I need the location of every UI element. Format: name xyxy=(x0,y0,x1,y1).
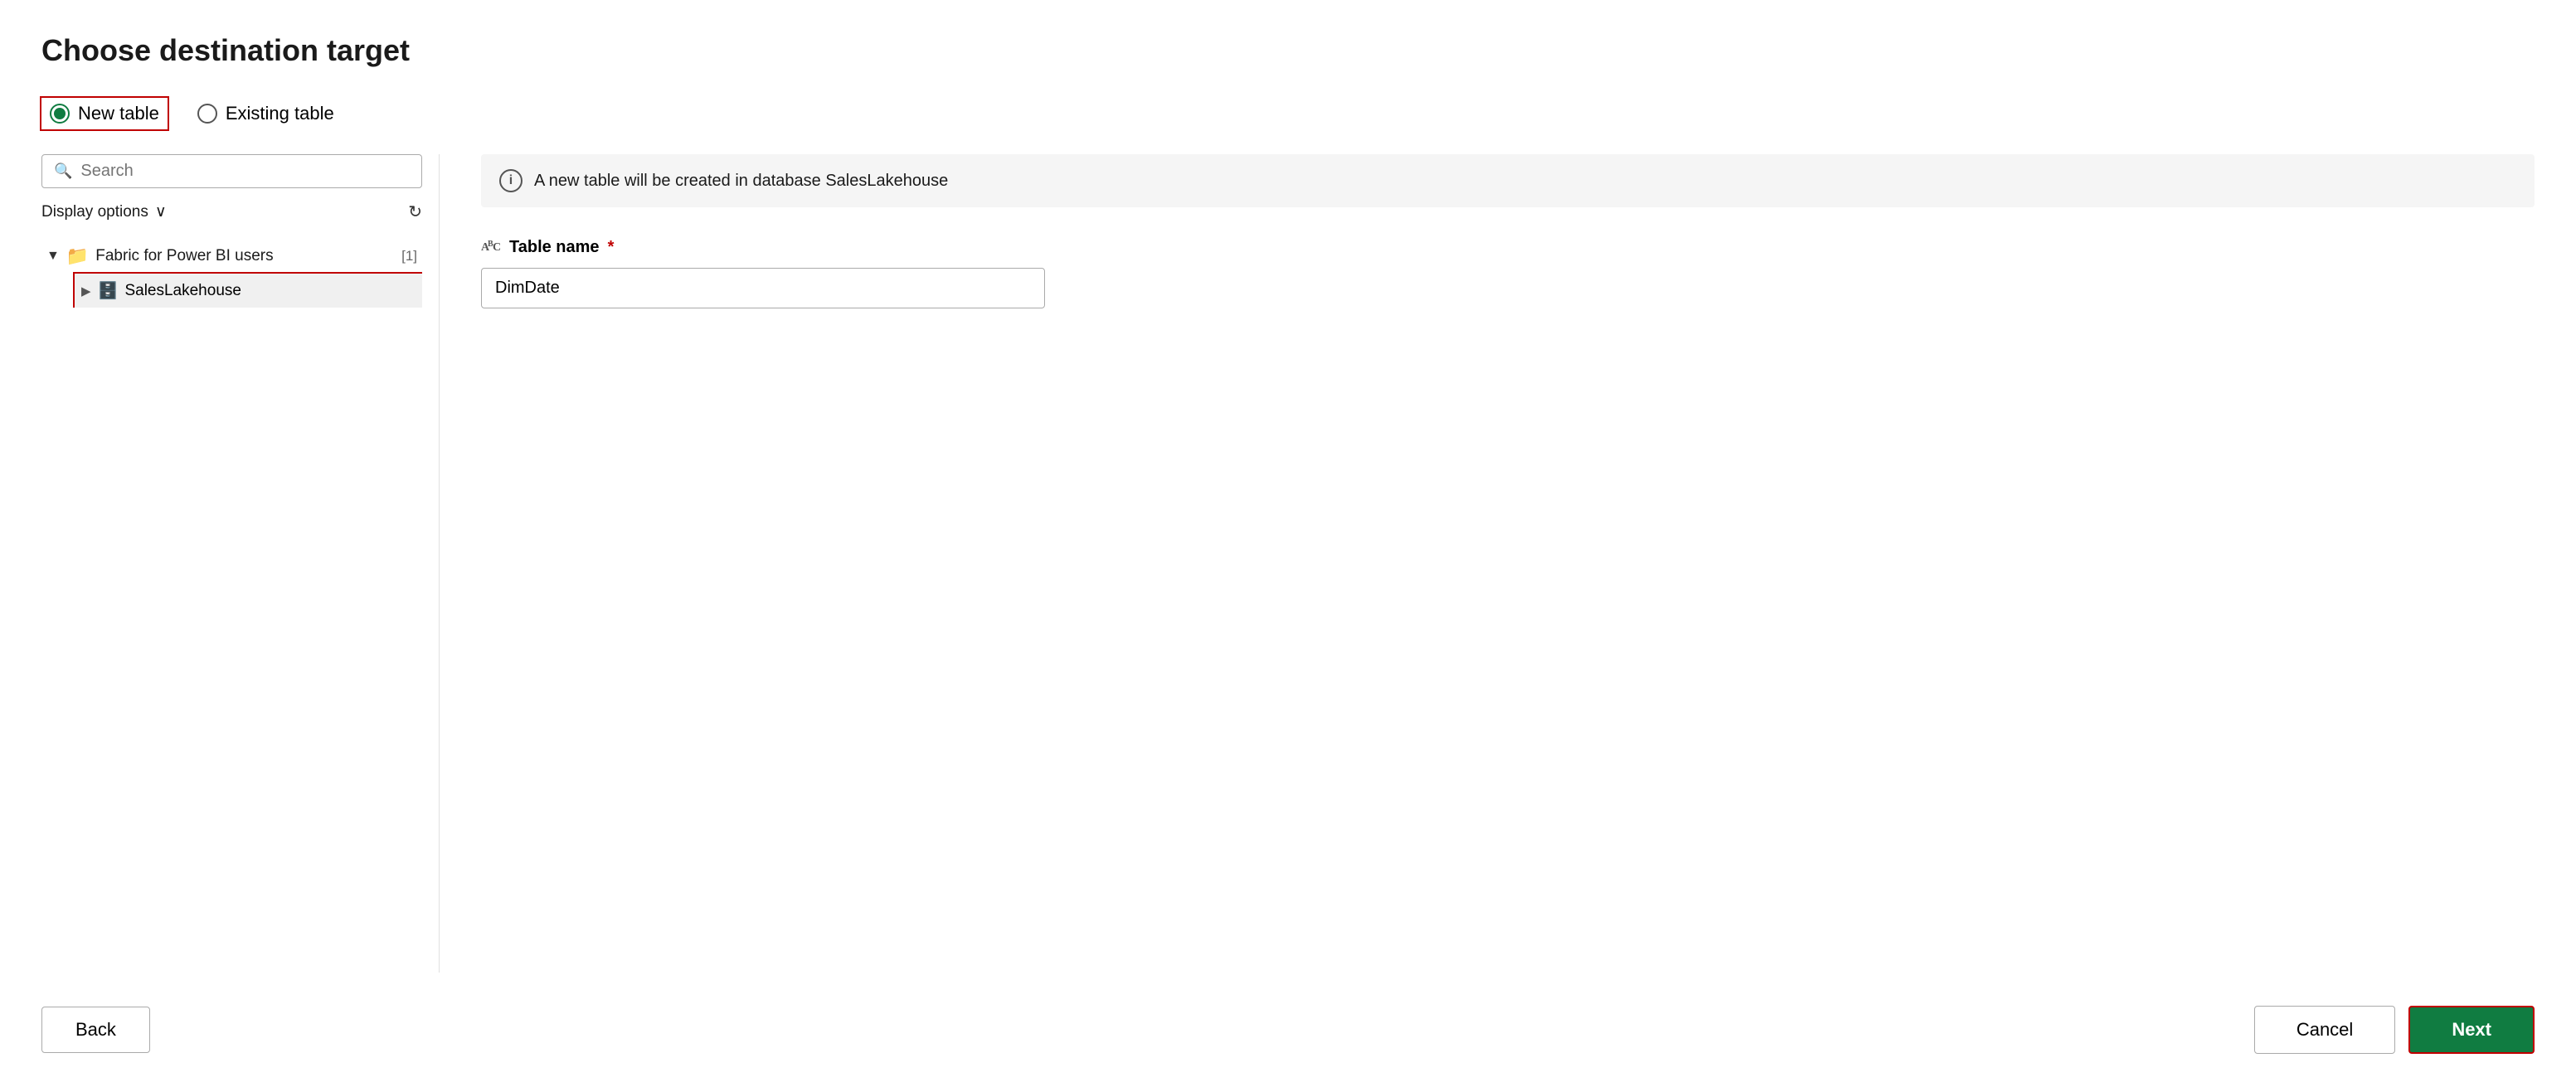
folder-icon: 📁 xyxy=(66,245,89,267)
info-icon: i xyxy=(499,169,522,192)
display-options-label: Display options xyxy=(41,203,148,221)
display-options-button[interactable]: Display options ∨ xyxy=(41,202,167,221)
info-banner: i A new table will be created in databas… xyxy=(481,154,2535,207)
tree-child: ▶ 🗄️ SalesLakehouse xyxy=(41,274,422,308)
tree-folder-item[interactable]: ▼ 📁 Fabric for Power BI users [1] xyxy=(41,239,422,274)
folder-count: [1] xyxy=(401,248,417,264)
refresh-icon: ↻ xyxy=(408,203,422,221)
table-name-input[interactable] xyxy=(481,268,1045,308)
page-title: Choose destination target xyxy=(41,33,2535,68)
svg-text:C: C xyxy=(493,241,501,254)
db-chevron-icon: ▶ xyxy=(81,284,91,298)
search-icon: 🔍 xyxy=(54,163,72,180)
radio-new-table-circle xyxy=(50,104,70,124)
footer-right-buttons: Cancel Next xyxy=(2254,1006,2535,1054)
database-icon: 🗄️ xyxy=(98,280,119,301)
table-name-label-text: Table name xyxy=(509,238,600,257)
cancel-button[interactable]: Cancel xyxy=(2254,1006,2395,1054)
radio-new-table[interactable]: New table xyxy=(41,98,168,129)
footer: Back Cancel Next xyxy=(41,973,2535,1054)
search-box: 🔍 xyxy=(41,154,422,188)
next-button[interactable]: Next xyxy=(2408,1006,2535,1054)
tree-scroll-area: ▼ 📁 Fabric for Power BI users [1] ▶ 🗄️ S… xyxy=(41,239,422,488)
tree-view: ▼ 📁 Fabric for Power BI users [1] ▶ 🗄️ S… xyxy=(41,239,422,308)
db-item[interactable]: ▶ 🗄️ SalesLakehouse xyxy=(75,274,422,308)
left-panel: 🔍 Display options ∨ ↻ ▼ 📁 Fabric for Pow… xyxy=(41,154,440,973)
back-button[interactable]: Back xyxy=(41,1007,150,1053)
info-banner-text: A new table will be created in database … xyxy=(534,172,948,191)
radio-existing-table[interactable]: Existing table xyxy=(197,103,334,124)
search-input[interactable] xyxy=(80,162,410,181)
display-options-row: Display options ∨ ↻ xyxy=(41,201,422,222)
radio-group: New table Existing table xyxy=(41,98,2535,129)
radio-existing-table-circle xyxy=(197,104,217,124)
db-label: SalesLakehouse xyxy=(124,282,241,300)
required-star: * xyxy=(608,238,615,257)
main-content: 🔍 Display options ∨ ↻ ▼ 📁 Fabric for Pow… xyxy=(41,154,2535,973)
refresh-button[interactable]: ↻ xyxy=(408,201,422,222)
table-name-section: A B C Table name * xyxy=(481,237,2535,308)
table-name-label-row: A B C Table name * xyxy=(481,237,2535,258)
radio-existing-table-label: Existing table xyxy=(226,103,334,124)
folder-chevron-icon: ▼ xyxy=(46,249,60,264)
folder-label: Fabric for Power BI users xyxy=(95,247,395,265)
right-panel: i A new table will be created in databas… xyxy=(440,154,2535,973)
radio-new-table-label: New table xyxy=(78,103,159,124)
chevron-down-icon: ∨ xyxy=(155,202,167,221)
abc-icon: A B C xyxy=(481,237,501,258)
